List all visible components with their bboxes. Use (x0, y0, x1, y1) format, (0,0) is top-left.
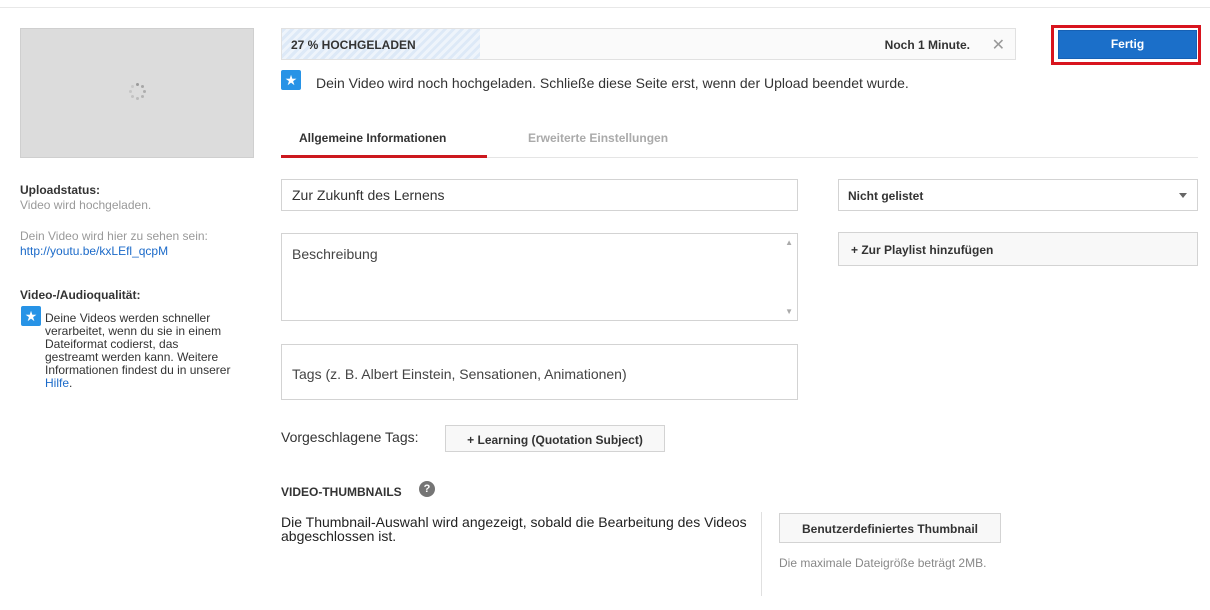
cancel-upload-icon[interactable]: ✕ (992, 35, 1005, 55)
thumbnail-divider (761, 512, 762, 596)
info-star-icon: ★ (21, 306, 41, 326)
tab-advanced-settings[interactable]: Erweiterte Einstellungen (528, 131, 668, 145)
upload-status-heading: Uploadstatus: (20, 183, 101, 197)
done-button[interactable]: Fertig (1058, 30, 1197, 59)
top-divider (0, 7, 1210, 8)
upload-progress-label: 27 % HOCHGELADEN (291, 38, 416, 52)
title-input[interactable]: Zur Zukunft des Lernens (281, 179, 798, 211)
scroll-up-icon[interactable]: ▲ (785, 238, 793, 247)
max-file-size-text: Die maximale Dateigröße beträgt 2MB. (779, 556, 987, 570)
help-icon[interactable]: ? (419, 481, 435, 497)
custom-thumbnail-button[interactable]: Benutzerdefiniertes Thumbnail (779, 513, 1001, 543)
video-link-intro: Dein Video wird hier zu sehen sein: (20, 229, 208, 243)
dropdown-arrow-icon (1179, 193, 1187, 198)
description-textarea[interactable]: Beschreibung ▲ ▼ (281, 233, 798, 321)
suggested-tags-label: Vorgeschlagene Tags: (281, 429, 419, 445)
privacy-value: Nicht gelistet (848, 189, 924, 203)
quality-info-text: Deine Videos werden schneller verarbeite… (45, 311, 231, 390)
thumbnail-note: Die Thumbnail-Auswahl wird angezeigt, so… (281, 514, 747, 544)
video-preview (20, 28, 254, 158)
upload-notice: Dein Video wird noch hochgeladen. Schlie… (316, 75, 909, 91)
scroll-down-icon[interactable]: ▼ (785, 307, 793, 316)
tags-placeholder: Tags (z. B. Albert Einstein, Sensationen… (292, 366, 627, 382)
suggested-tag-label: + Learning (Quotation Subject) (467, 433, 643, 447)
quality-heading: Video-/Audioqualität: (20, 288, 141, 302)
tab-general-info[interactable]: Allgemeine Informationen (299, 131, 446, 145)
time-remaining: Noch 1 Minute. (884, 38, 970, 52)
custom-thumbnail-label: Benutzerdefiniertes Thumbnail (801, 522, 979, 536)
description-placeholder: Beschreibung (292, 246, 378, 262)
add-to-playlist-button[interactable]: + Zur Playlist hinzufügen (838, 232, 1198, 266)
help-link[interactable]: Hilfe (45, 376, 69, 390)
privacy-select[interactable]: Nicht gelistet (838, 179, 1198, 211)
thumbnails-heading: VIDEO-THUMBNAILS (281, 485, 402, 499)
add-to-playlist-label: + Zur Playlist hinzufügen (851, 243, 994, 257)
loading-spinner-icon (129, 83, 147, 101)
title-value: Zur Zukunft des Lernens (292, 187, 445, 203)
upload-status-text: Video wird hochgeladen. (20, 198, 152, 212)
notice-star-icon: ★ (281, 70, 301, 90)
upload-progress-bar: 27 % HOCHGELADEN Noch 1 Minute. ✕ (281, 28, 1016, 60)
video-link[interactable]: http://youtu.be/kxLEfl_qcpM (20, 244, 168, 258)
tags-input[interactable]: Tags (z. B. Albert Einstein, Sensationen… (281, 344, 798, 400)
suggested-tag-button[interactable]: + Learning (Quotation Subject) (445, 425, 665, 452)
active-tab-indicator (281, 155, 487, 158)
